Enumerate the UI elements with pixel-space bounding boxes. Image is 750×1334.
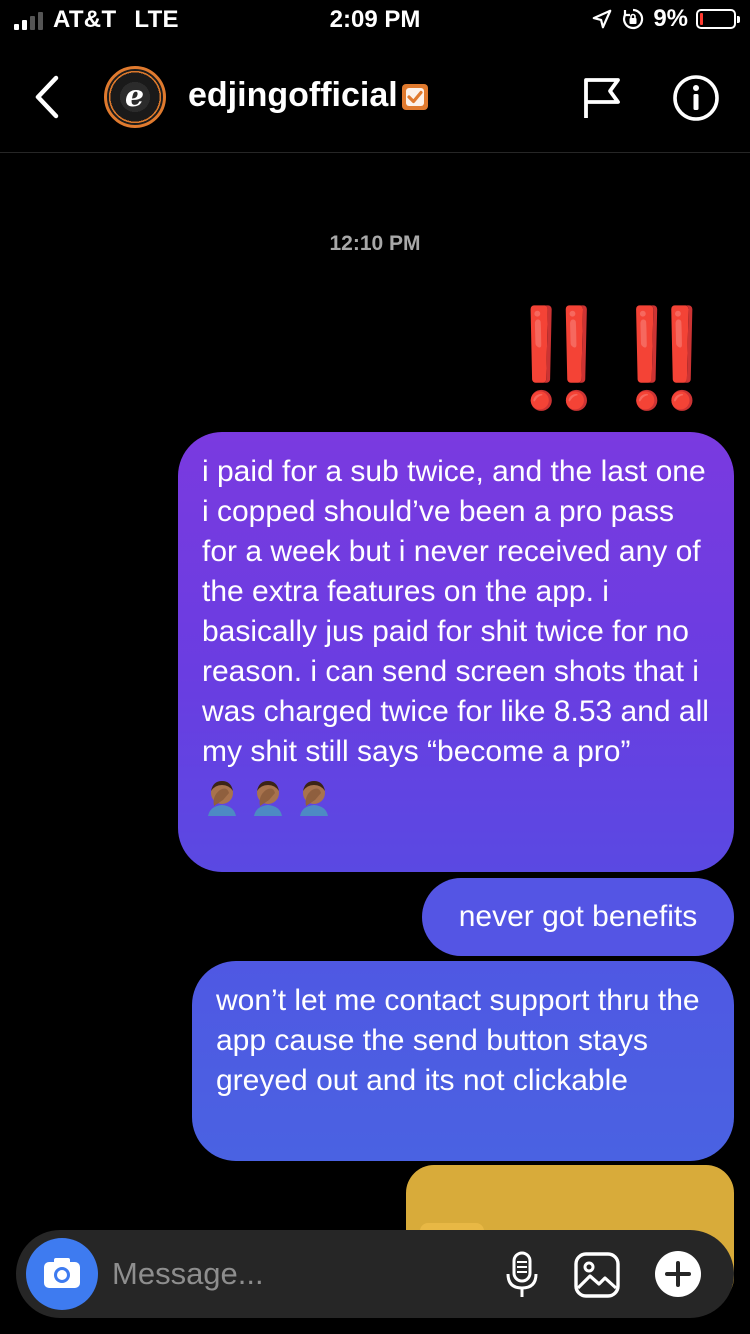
avatar-letter: e	[125, 79, 145, 114]
double-exclamation-emoji: ‼️‼️	[498, 302, 724, 414]
sent-message-bubble[interactable]: never got benefits	[422, 878, 734, 956]
camera-icon	[44, 1258, 80, 1288]
facepalm-emoji-row	[202, 776, 710, 816]
username[interactable]: edjingofficial	[188, 76, 398, 115]
camera-button[interactable]	[26, 1238, 98, 1310]
status-bar: AT&T LTE 2:09 PM 9%	[0, 0, 750, 40]
message-composer	[16, 1230, 734, 1318]
message-text: won’t let me contact support thru the ap…	[216, 984, 700, 1097]
facepalm-emoji-icon	[208, 781, 236, 816]
sent-message-bubble[interactable]: i paid for a sub twice, and the last one…	[178, 432, 734, 872]
message-timestamp: 12:10 PM	[329, 232, 421, 255]
location-arrow-icon	[592, 9, 612, 29]
dm-screen: AT&T LTE 2:09 PM 9% e edjingofficial 12:…	[0, 0, 750, 1334]
back-arrow-icon[interactable]	[28, 74, 68, 120]
status-right: 9%	[591, 5, 740, 33]
avatar-icon[interactable]: e	[104, 66, 166, 128]
battery-percent: 9%	[653, 5, 688, 32]
microphone-icon[interactable]	[502, 1250, 542, 1300]
message-input[interactable]	[112, 1250, 492, 1298]
facepalm-emoji-icon	[254, 781, 282, 816]
battery-icon	[696, 9, 740, 29]
message-text: i paid for a sub twice, and the last one…	[202, 455, 709, 768]
sent-message-bubble[interactable]: won’t let me contact support thru the ap…	[192, 961, 734, 1161]
info-icon[interactable]	[672, 74, 720, 122]
plus-icon[interactable]	[654, 1250, 702, 1298]
gallery-icon[interactable]	[572, 1250, 622, 1300]
verified-badge-icon	[402, 84, 428, 110]
flag-icon[interactable]	[580, 76, 624, 120]
orientation-lock-icon	[623, 8, 644, 30]
emoji-message-bangbang[interactable]: ‼️‼️	[498, 302, 724, 414]
message-text: never got benefits	[458, 900, 698, 933]
facepalm-emoji-icon	[300, 781, 328, 816]
chat-header: e edjingofficial	[0, 52, 750, 153]
